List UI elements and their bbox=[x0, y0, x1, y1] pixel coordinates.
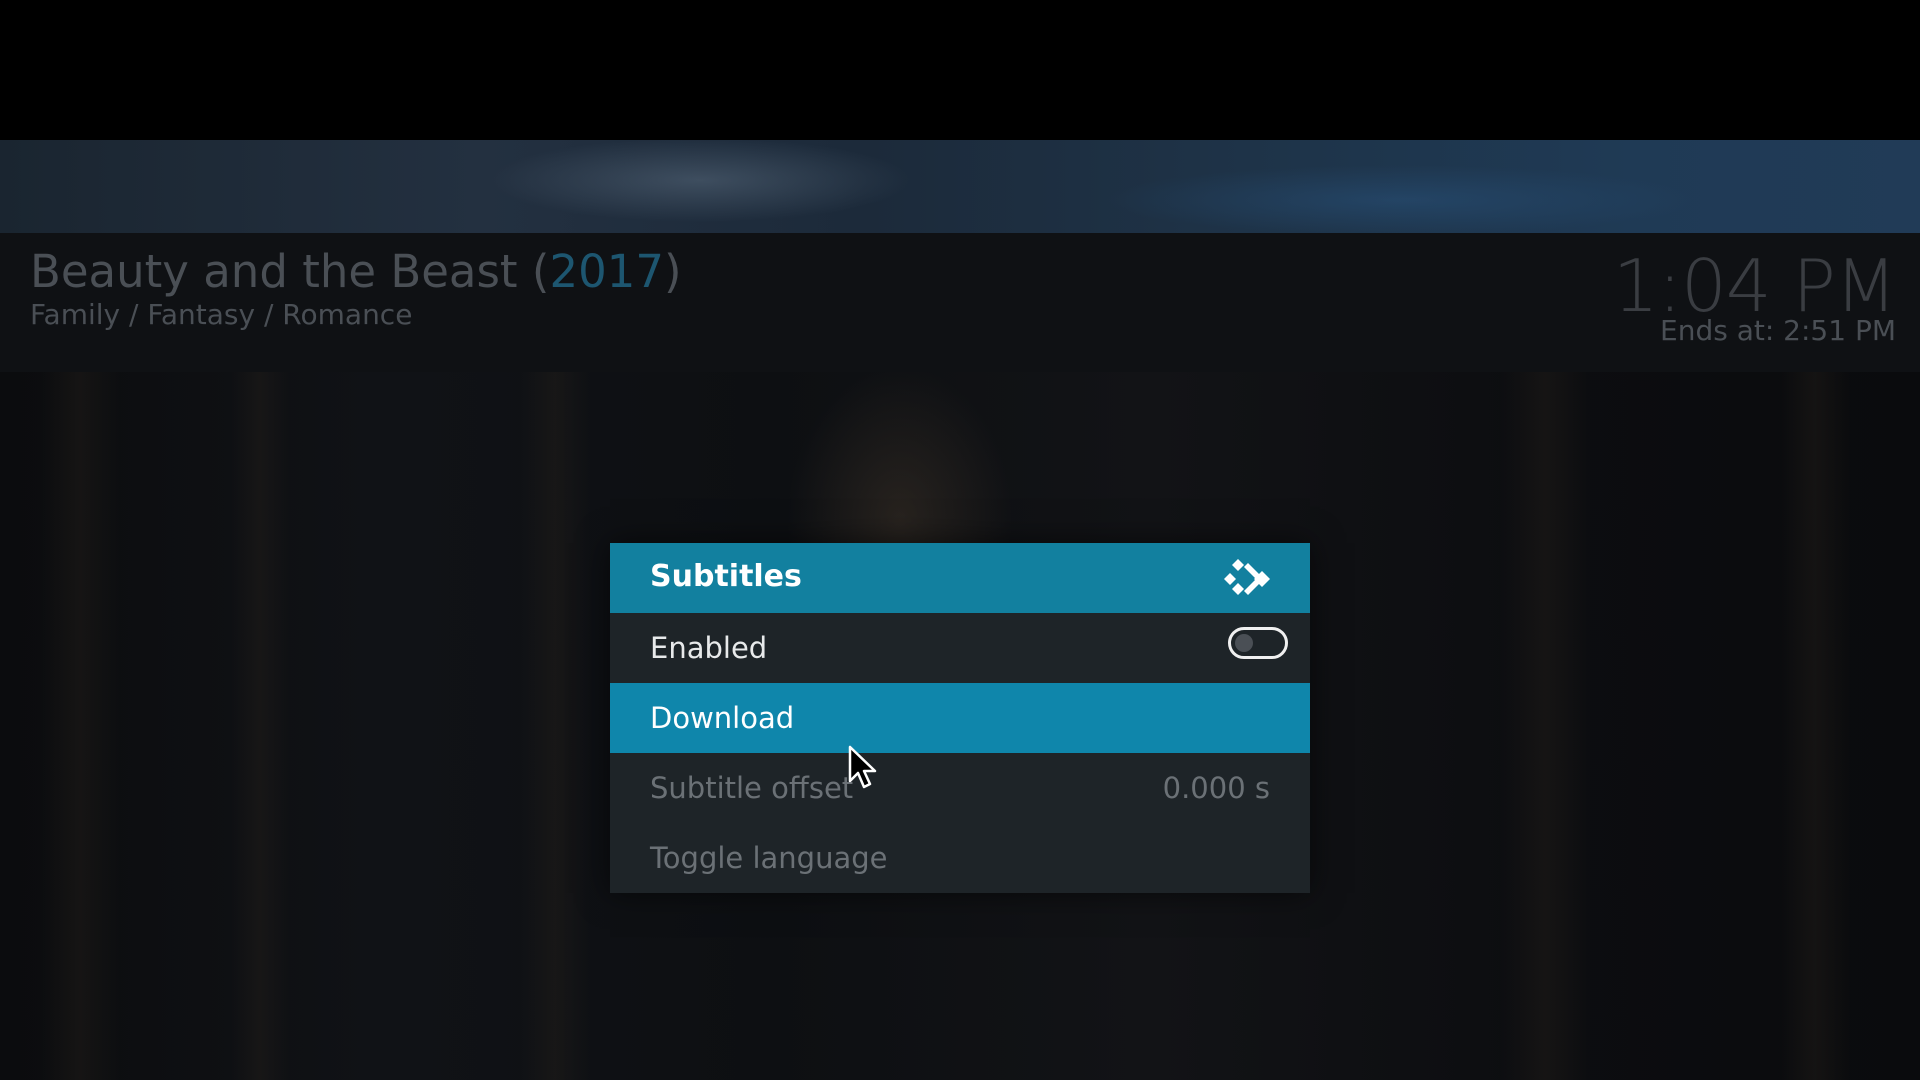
menu-item-label: Subtitle offset bbox=[650, 771, 854, 805]
mouse-pointer-icon bbox=[848, 745, 877, 789]
menu-item-toggle-language[interactable]: Toggle language bbox=[610, 823, 1310, 893]
menu-item-subtitle-offset[interactable]: Subtitle offset 0.000 s bbox=[610, 753, 1310, 823]
movie-genres: Family / Fantasy / Romance bbox=[30, 298, 413, 331]
enabled-toggle[interactable] bbox=[1228, 627, 1288, 659]
toggle-knob bbox=[1235, 634, 1253, 652]
top-letterbox bbox=[0, 0, 1920, 140]
dialog-title: Subtitles bbox=[650, 559, 802, 594]
video-player-screen: Beauty and the Beast (2017) Family / Fan… bbox=[0, 0, 1920, 1080]
menu-item-label: Toggle language bbox=[650, 841, 888, 875]
menu-item-label: Enabled bbox=[650, 631, 768, 665]
menu-item-label: Download bbox=[650, 701, 795, 735]
menu-item-enabled[interactable]: Enabled bbox=[610, 613, 1310, 683]
fanart-strip bbox=[0, 140, 1920, 233]
movie-title: Beauty and the Beast (2017) bbox=[30, 245, 682, 298]
movie-year: 2017 bbox=[549, 245, 664, 298]
subtitles-dialog: Subtitles Enabled Download Subtitle offs… bbox=[610, 543, 1310, 893]
kodi-logo-icon bbox=[1224, 559, 1270, 595]
subtitle-offset-value: 0.000 s bbox=[1162, 771, 1270, 805]
dialog-header: Subtitles bbox=[610, 543, 1310, 613]
menu-item-download[interactable]: Download bbox=[610, 683, 1310, 753]
ends-at-time: Ends at: 2:51 PM bbox=[1660, 314, 1896, 347]
